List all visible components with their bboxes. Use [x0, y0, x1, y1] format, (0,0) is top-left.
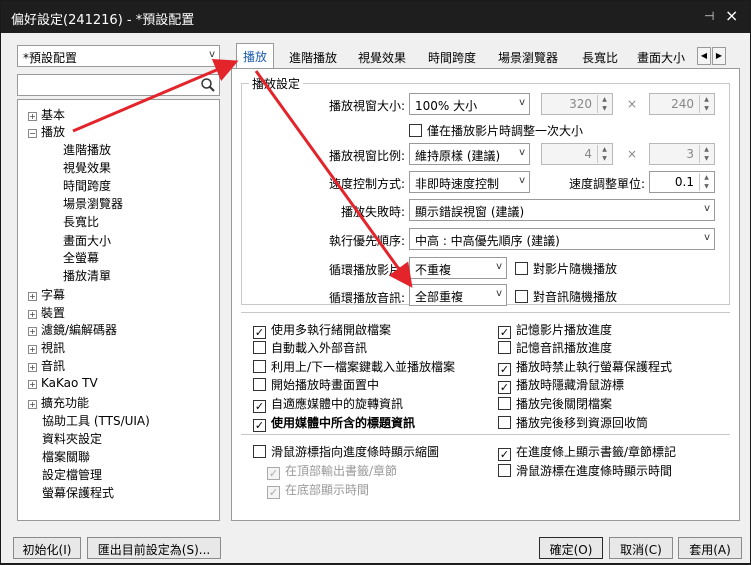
preferences-window: 偏好設定(241216) - *預設配置 ⊣ × *預設配置 v + 基本 − 播放進… — [0, 0, 751, 564]
annotation-arrow — [72, 58, 239, 133]
annotation-overlay — [72, 58, 413, 288]
annotation-arrow — [254, 70, 413, 288]
